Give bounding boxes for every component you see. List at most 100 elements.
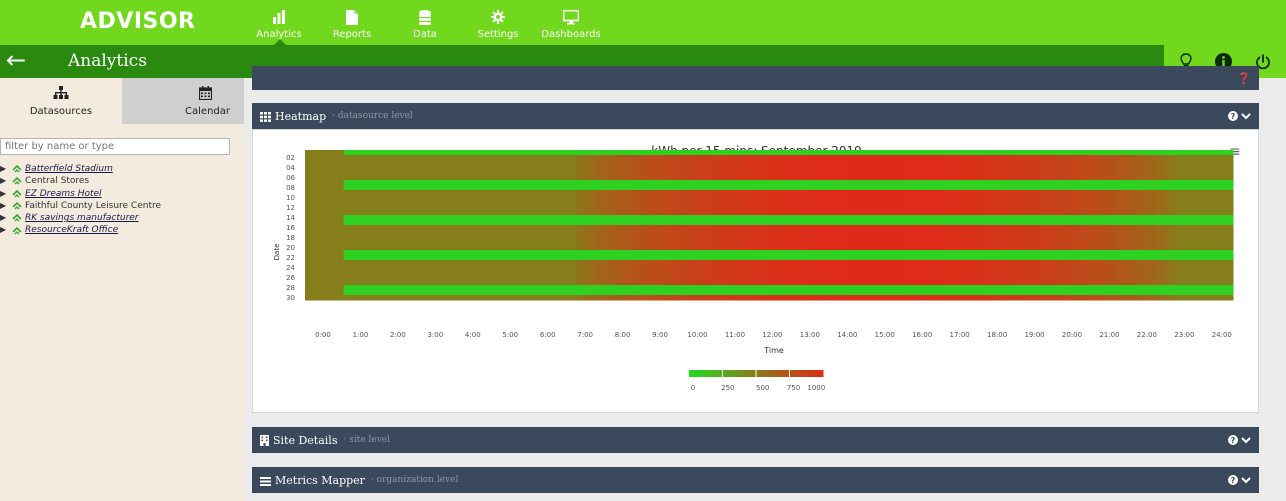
heatmap-cell (324, 190, 335, 196)
heatmap-cell (672, 170, 683, 176)
heatmap-cell (701, 175, 712, 181)
nav-data[interactable]: Data (396, 0, 454, 45)
heatmap-cell (1165, 160, 1176, 166)
heatmap-cell (827, 175, 838, 181)
heatmap-cell (846, 210, 857, 216)
panel-header-scrolled[interactable]: ❓ (252, 66, 1259, 90)
heatmap-cell (1059, 205, 1070, 211)
heatmap-cell (624, 160, 635, 166)
heatmap-cell (1078, 220, 1089, 226)
expand-triangle-icon[interactable]: ▶ (0, 163, 10, 175)
heatmap-cell (769, 235, 780, 241)
heatmap-cell (817, 210, 828, 216)
panel-controls[interactable]: ❓ (1237, 72, 1251, 85)
heatmap-cell (672, 250, 683, 256)
tree-item[interactable]: ▶ EZ Dreams Hotel (0, 188, 161, 200)
heatmap-cell (827, 290, 838, 296)
heatmap-cell (1184, 220, 1195, 226)
expand-triangle-icon[interactable]: ▶ (0, 212, 10, 224)
heatmap-cell (991, 270, 1002, 276)
heatmap-cell (1204, 190, 1215, 196)
heatmap-cell (1175, 255, 1186, 261)
expand-triangle-icon[interactable]: ▶ (0, 175, 10, 187)
heatmap-cell (701, 235, 712, 241)
tree-item-label: Central Stores (25, 176, 90, 187)
heatmap-cell (691, 165, 702, 171)
tree-item-label: EZ Dreams Hotel (25, 188, 102, 199)
heatmap-cell (508, 165, 519, 171)
heatmap-cell (682, 215, 693, 221)
filter-input[interactable] (0, 138, 230, 155)
heatmap-cell (749, 220, 760, 226)
site-details-panel-header[interactable]: Site Details · site level ? (252, 427, 1259, 453)
heatmap-cell (488, 280, 499, 286)
help-icon[interactable]: ❓ (1237, 72, 1251, 85)
legend-swatch (735, 370, 740, 377)
heatmap-cell (769, 260, 780, 266)
panel-controls[interactable]: ? (1228, 111, 1251, 121)
panel-controls[interactable]: ? (1228, 475, 1251, 485)
heatmap-cell (459, 245, 470, 251)
tree-item[interactable]: ▶ Faithful County Leisure Centre (0, 200, 161, 212)
heatmap-cell (450, 185, 461, 191)
heatmap-cell (682, 200, 693, 206)
x-tick-label: 24:00 (1212, 331, 1232, 339)
heatmap-cell (546, 290, 557, 296)
expand-triangle-icon[interactable]: ▶ (0, 200, 10, 212)
app-logo[interactable]: ADVISOR (80, 9, 196, 34)
heatmap-cell (624, 290, 635, 296)
tab-datasources[interactable]: Datasources (0, 78, 122, 124)
heatmap-panel-header[interactable]: Heatmap · datasource level ? (252, 103, 1259, 129)
heatmap-cell (450, 265, 461, 271)
heatmap-cell (1039, 180, 1050, 186)
tree-item[interactable]: ▶ Batterfield Stadium (0, 163, 161, 175)
heatmap-cell (798, 160, 809, 166)
heatmap-cell (643, 200, 654, 206)
heatmap-cell (662, 175, 673, 181)
heatmap-cell (1107, 150, 1118, 156)
tab-calendar[interactable]: Calendar (122, 78, 244, 124)
heatmap-cell (556, 215, 567, 221)
heatmap-cell (1136, 270, 1147, 276)
heatmap-cell (662, 280, 673, 286)
heatmap-cell (1184, 285, 1195, 291)
heatmap-cell (488, 180, 499, 186)
back-arrow-icon[interactable]: ← (6, 46, 26, 74)
nav-analytics[interactable]: Analytics (250, 0, 308, 45)
heatmap-cell (817, 185, 828, 191)
heatmap-cell (1068, 260, 1079, 266)
heatmap-cell (537, 160, 548, 166)
heatmap-cell (1078, 215, 1089, 221)
heatmap-cell (933, 155, 944, 161)
heatmap-cell (894, 275, 905, 281)
nav-reports[interactable]: Reports (323, 0, 381, 45)
heatmap-cell (662, 155, 673, 161)
heatmap-cell (827, 225, 838, 231)
nav-dashboards[interactable]: Dashboards (541, 0, 601, 45)
heatmap-cell (566, 250, 577, 256)
metrics-mapper-panel-header[interactable]: Metrics Mapper · organization level ? (252, 467, 1259, 493)
heatmap-cell (1223, 205, 1234, 211)
site-icon (12, 165, 22, 173)
heatmap-cell (459, 235, 470, 241)
heatmap-cell (479, 230, 490, 236)
heatmap-cell (865, 240, 876, 246)
heatmap-cell (701, 190, 712, 196)
heatmap-cell (856, 210, 867, 216)
tree-item[interactable]: ▶ RK savings manufacturer (0, 212, 161, 224)
heatmap-cell (1068, 280, 1079, 286)
heatmap-cell (943, 270, 954, 276)
heatmap-cell (498, 290, 509, 296)
heatmap-cell (314, 295, 325, 301)
heatmap-cell (653, 230, 664, 236)
heatmap-cell (421, 175, 432, 181)
panel-controls[interactable]: ? (1228, 435, 1251, 445)
tree-item[interactable]: ▶ Central Stores (0, 175, 161, 187)
nav-settings[interactable]: Settings (469, 0, 527, 45)
heatmap-cell (1175, 270, 1186, 276)
heatmap-cell (865, 260, 876, 266)
tree-item[interactable]: ▶ ResourceKraft Office (0, 224, 161, 236)
heatmap-cell (1010, 195, 1021, 201)
expand-triangle-icon[interactable]: ▶ (0, 188, 10, 200)
expand-triangle-icon[interactable]: ▶ (0, 224, 10, 236)
